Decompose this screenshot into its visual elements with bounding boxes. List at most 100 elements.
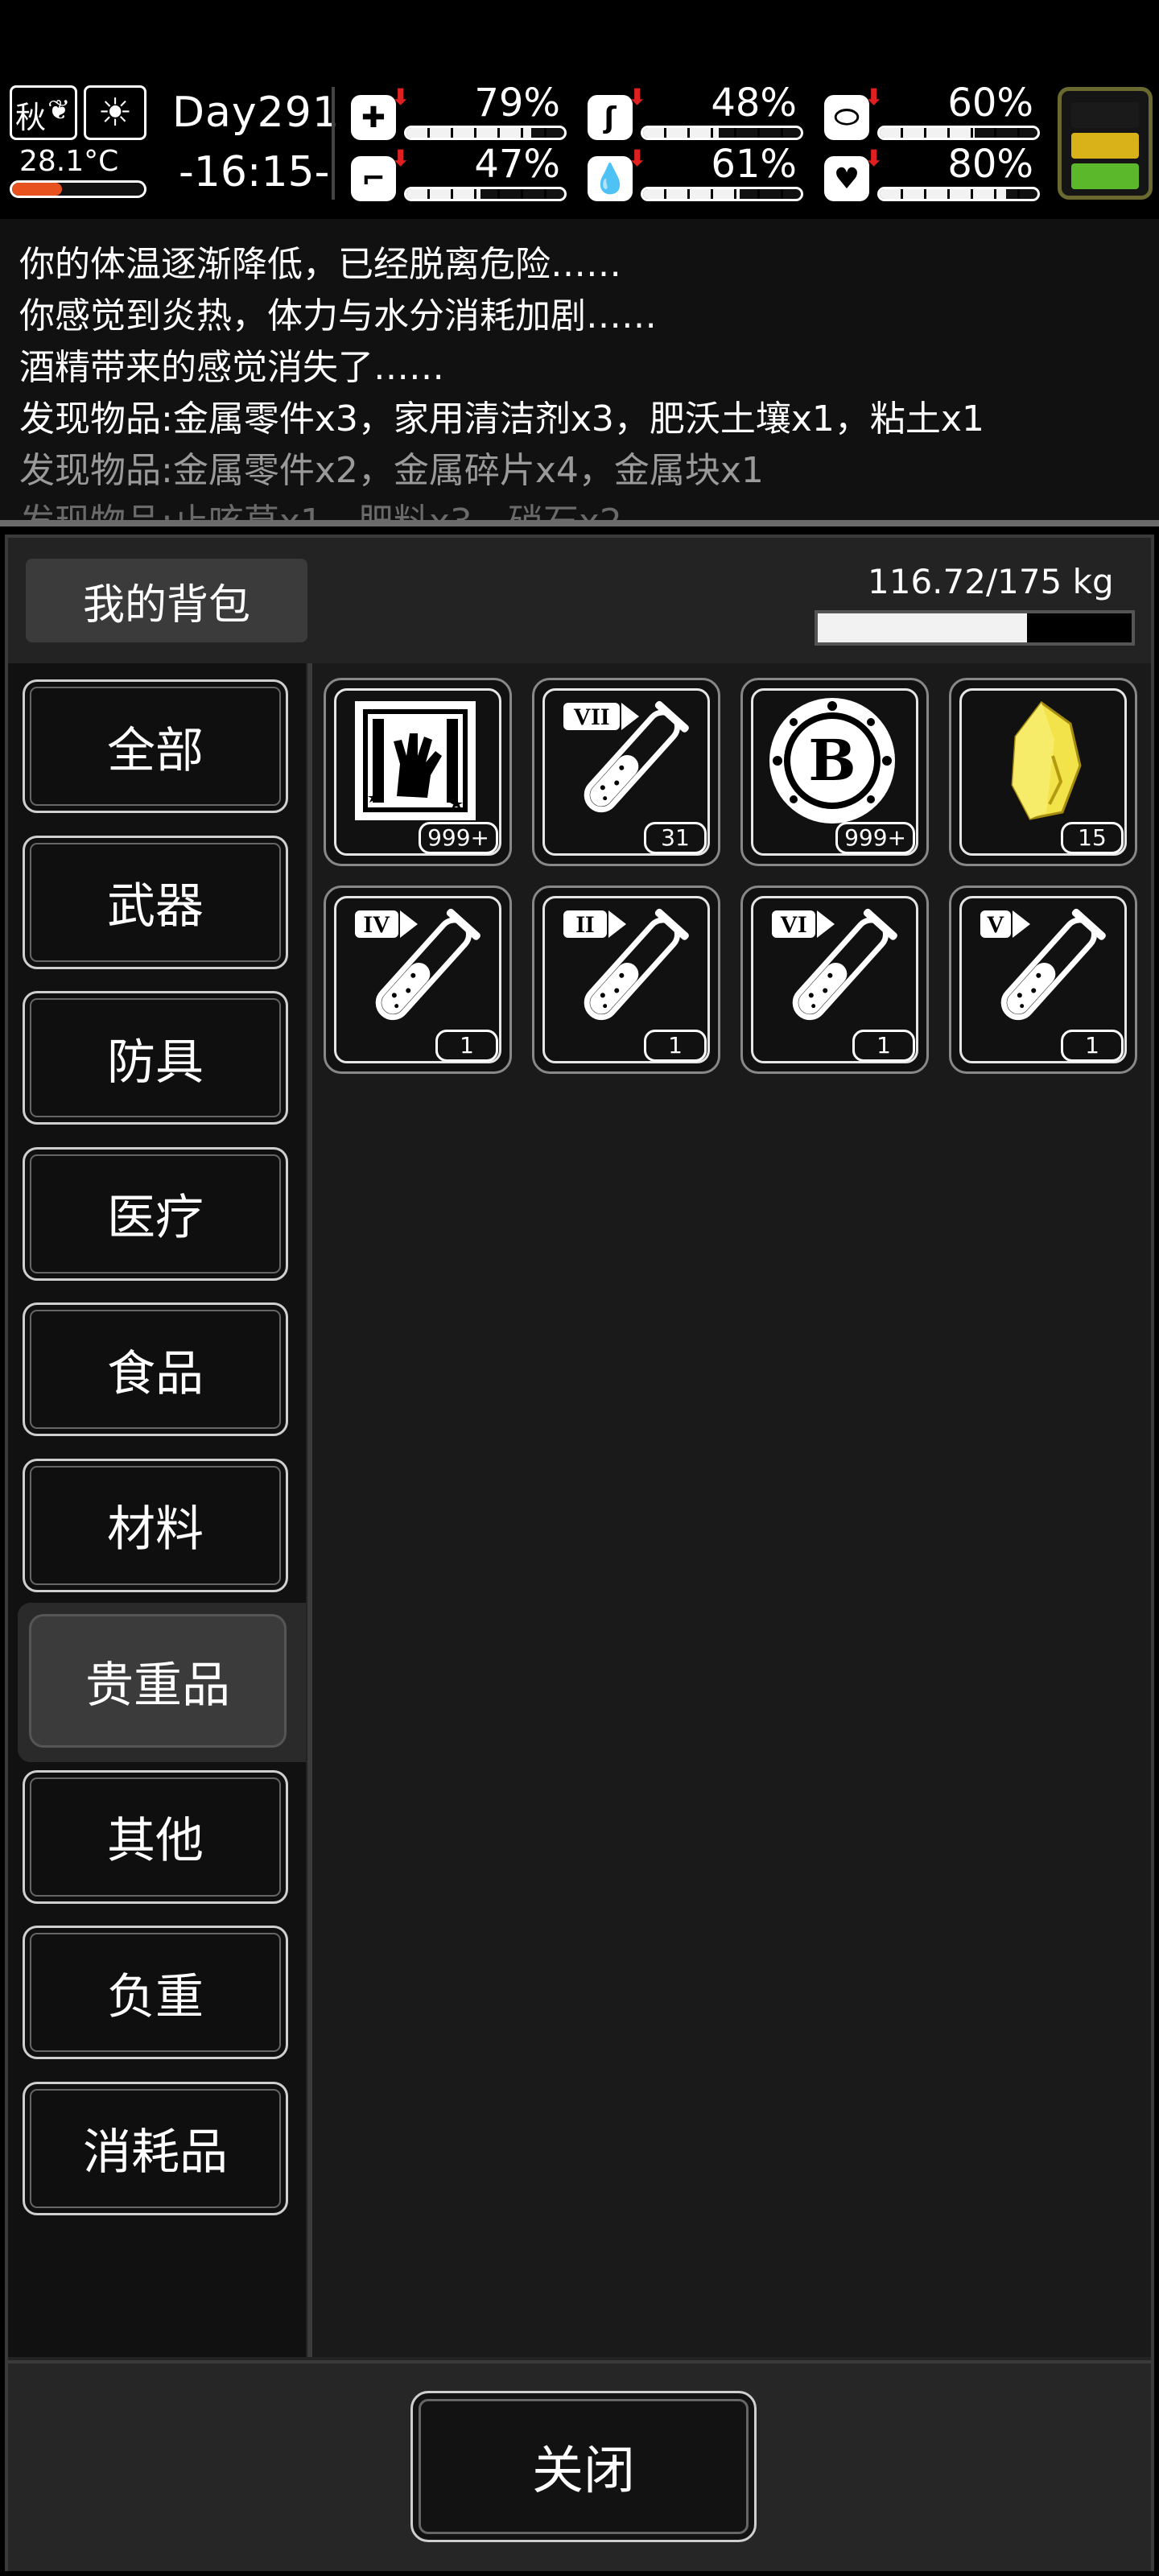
log-line: 酒精带来的感觉消失了…… — [19, 347, 444, 388]
stat-value: 79% — [474, 80, 560, 126]
stat-value: 48% — [711, 80, 797, 126]
item-count-badge: 999+ — [419, 822, 498, 854]
stat-value: 60% — [947, 80, 1033, 126]
item-count-badge: 31 — [644, 822, 707, 854]
day-counter: Day291 — [172, 89, 340, 137]
temperature-readout: 28.1°C — [19, 145, 119, 178]
inventory-slot[interactable]: B 999+ — [740, 678, 929, 866]
inventory-slot[interactable]: II 1 — [532, 886, 720, 1074]
inventory-slot[interactable]: 15 — [949, 678, 1137, 866]
heart-icon: ♥ — [824, 156, 869, 201]
inventory-slot[interactable]: VI 1 — [740, 886, 929, 1074]
potion-tube-vii-icon: VII — [549, 691, 699, 827]
stat-energy: ⬭ ⬇ 60% — [813, 80, 1040, 142]
category-tab-2[interactable]: 防具 — [23, 991, 288, 1125]
stomach-icon: ʃ — [588, 95, 633, 140]
temperature-bar-fill — [12, 183, 63, 196]
log-line: 你感觉到炎热，体力与水分消耗加剧…… — [19, 295, 657, 336]
item-count-badge: 1 — [644, 1030, 707, 1062]
log-line: 发现物品:止咳草x1，肥料x3，硝石x2 — [19, 502, 622, 526]
stat-mood: ♥ ⬇ 80% — [813, 142, 1040, 203]
item-count-badge: 1 — [1061, 1030, 1124, 1062]
down-arrow-icon: ⬇ — [864, 145, 884, 171]
category-tab-4[interactable]: 食品 — [23, 1302, 288, 1436]
stat-bar — [877, 187, 1040, 201]
svg-text:VII: VII — [573, 704, 609, 730]
down-arrow-icon: ⬇ — [628, 84, 647, 110]
category-tab-1[interactable]: 武器 — [23, 835, 288, 969]
item-grid: 999+ VII 31 B 999+ 15 IV 1 II 1 VI 1 V 1 — [307, 663, 1151, 2357]
log-line: 发现物品:金属零件x2，金属碎片x4，金属块x1 — [19, 450, 764, 491]
water-drop-icon: 💧 — [588, 156, 633, 201]
event-log[interactable]: 你的体温逐渐降低，已经脱离危险…… 你感觉到炎热，体力与水分消耗加剧…… 酒精带来的… — [0, 219, 1159, 526]
svg-text:V: V — [987, 911, 1004, 938]
status-hud: 秋 ❦ ☀ 28.1°C Day291 -16:15- ✚ ⬇ 79% ʃ ⬇ 48% ⬭ ⬇… — [0, 80, 1159, 217]
backpack-panel: 我的背包 116.72/175 kg 全部武器防具医疗食品材料贵重品其他负重消耗… — [5, 535, 1154, 2571]
item-count-badge: 1 — [435, 1030, 498, 1062]
leaf-icon: ❦ — [47, 94, 71, 126]
potion-tube-vi-icon: VI — [757, 899, 907, 1034]
stat-stamina: ⌐ ⬇ 47% — [340, 142, 567, 203]
stat-bar — [641, 187, 803, 201]
category-tab-0[interactable]: 全部 — [23, 679, 288, 813]
stat-hunger: ʃ ⬇ 48% — [576, 80, 803, 142]
category-sidebar: 全部武器防具医疗食品材料贵重品其他负重消耗品 — [8, 663, 306, 2357]
inventory-slot[interactable]: VII 31 — [532, 678, 720, 866]
season-label: 秋 — [15, 100, 47, 135]
hud-divider — [332, 87, 335, 200]
weight-readout: 116.72/175 kg — [868, 562, 1114, 601]
item-count-badge: 1 — [852, 1030, 915, 1062]
stat-value: 47% — [474, 142, 560, 187]
svg-text:II: II — [575, 911, 594, 938]
inventory-slot[interactable]: 999+ — [324, 678, 512, 866]
down-arrow-icon: ⬇ — [391, 84, 410, 110]
log-line: 发现物品:金属零件x3，家用清洁剂x3，肥沃土壤x1，粘土x1 — [19, 398, 984, 440]
pill-icon: ⬭ — [824, 95, 869, 140]
stat-bar — [641, 126, 803, 140]
medkit-icon: ✚ — [351, 95, 396, 140]
item-count-badge: 999+ — [835, 822, 915, 854]
stat-health: ✚ ⬇ 79% — [340, 80, 567, 142]
log-line: 你的体温逐渐降低，已经脱离危险…… — [19, 244, 621, 285]
category-tab-5[interactable]: 材料 — [23, 1458, 288, 1592]
battery-icon[interactable] — [1058, 87, 1153, 200]
category-tab-8[interactable]: 负重 — [23, 1926, 288, 2059]
potion-tube-v-icon: V — [966, 899, 1116, 1034]
inventory-slot[interactable]: IV 1 — [324, 886, 512, 1074]
down-arrow-icon: ⬇ — [391, 145, 410, 171]
gold-nugget-icon — [966, 691, 1116, 827]
clock-time: -16:15- — [179, 148, 330, 196]
category-tab-7[interactable]: 其他 — [23, 1769, 288, 1904]
down-arrow-icon: ⬇ — [628, 145, 647, 171]
battery-segment — [1071, 163, 1139, 189]
stat-thirst: 💧 ⬇ 61% — [576, 142, 803, 203]
stat-value: 80% — [947, 142, 1033, 187]
svg-text:IV: IV — [363, 911, 390, 938]
weight-bar-fill — [818, 613, 1028, 642]
svg-text:B: B — [808, 727, 856, 794]
down-arrow-icon: ⬇ — [864, 84, 884, 110]
stat-bar — [404, 187, 567, 201]
battery-segment — [1071, 133, 1139, 159]
leg-icon: ⌐ — [351, 156, 396, 201]
temperature-bar — [10, 180, 146, 198]
potion-tube-ii-icon: II — [549, 899, 699, 1034]
zombie-card-icon — [340, 691, 490, 827]
weight-bar — [815, 610, 1135, 646]
inventory-slot[interactable]: V1 — [949, 886, 1137, 1074]
stat-bar — [877, 126, 1040, 140]
category-tab-3[interactable]: 医疗 — [23, 1146, 288, 1281]
stat-value: 61% — [711, 142, 797, 187]
battery-segment — [1071, 102, 1139, 128]
item-count-badge: 15 — [1061, 822, 1124, 854]
category-tab-6[interactable]: 贵重品 — [29, 1614, 287, 1748]
bitcoin-coin-icon: B — [757, 691, 907, 827]
potion-tube-iv-icon: IV — [340, 899, 490, 1034]
backpack-title: 我的背包 — [26, 559, 307, 642]
stat-bar — [404, 126, 567, 140]
season-indicator: 秋 ❦ — [10, 85, 77, 140]
sun-icon: ☀ — [84, 85, 146, 140]
close-button[interactable]: 关闭 — [410, 2391, 757, 2542]
svg-text:VI: VI — [780, 911, 806, 938]
category-tab-9[interactable]: 消耗品 — [23, 2081, 288, 2215]
